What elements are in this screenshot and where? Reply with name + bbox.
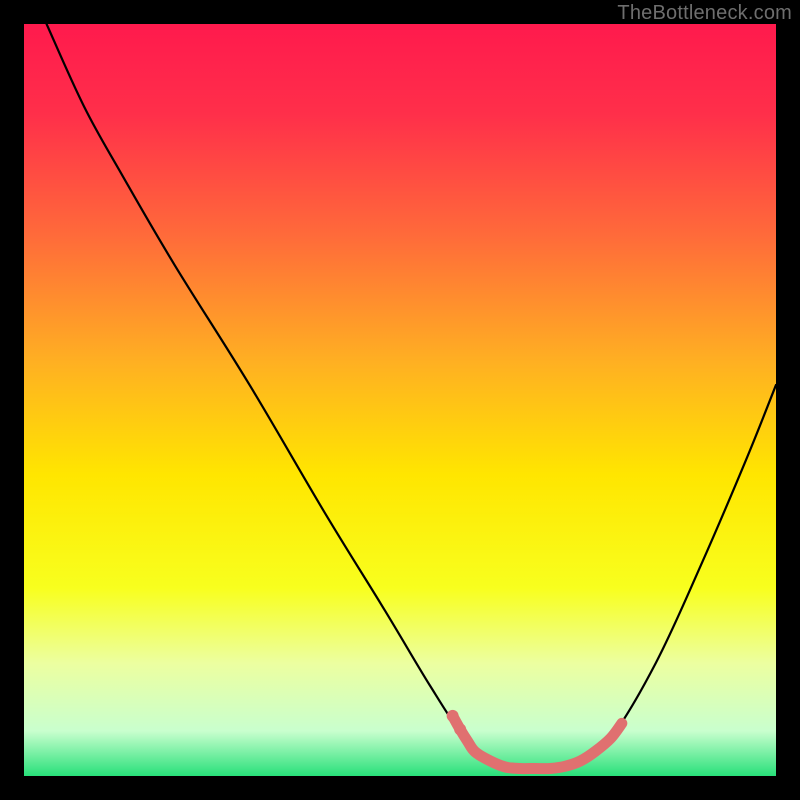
chart-plot-area bbox=[24, 24, 776, 776]
watermark-text: TheBottleneck.com bbox=[617, 2, 792, 25]
optimum-marker-dot bbox=[447, 710, 459, 722]
chart-background bbox=[24, 24, 776, 776]
chart-svg bbox=[24, 24, 776, 776]
optimum-marker-dot bbox=[454, 723, 466, 735]
